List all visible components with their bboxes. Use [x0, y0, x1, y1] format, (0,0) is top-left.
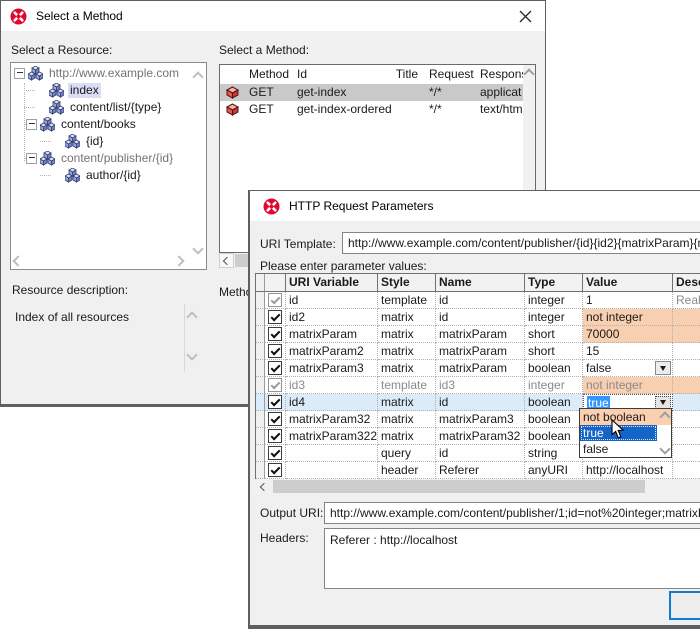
http-request-parameters-dialog: HTTP Request Parameters URI Template: ht…: [248, 190, 700, 629]
resource-tree: http://www.example.com index content/lis…: [10, 62, 207, 270]
close-icon[interactable]: [519, 10, 532, 23]
checkbox[interactable]: [265, 445, 286, 462]
tree-item-content-publisher[interactable]: content/publisher/{id}: [11, 150, 206, 167]
parameter-prompt: Please enter parameter values:: [260, 259, 427, 273]
dialog-title: Select a Method: [36, 9, 123, 23]
resource-icon: [65, 168, 80, 183]
chevron-down-icon: [660, 366, 666, 371]
col-uri-variable[interactable]: URI Variable: [286, 274, 378, 292]
root-resource-icon: [28, 66, 43, 81]
value-cell-invalid[interactable]: not integer: [583, 309, 673, 326]
description-scroll-up-icon[interactable]: [186, 311, 197, 322]
grid-header: URI Variable Style Name Type Value Descr…: [256, 274, 700, 292]
mouse-cursor: [611, 419, 625, 443]
select-method-titlebar[interactable]: Select a Method: [1, 1, 545, 31]
param-row-header-referer: header Referer anyURI http://localhost: [256, 462, 700, 479]
grid-hscrollbar[interactable]: [255, 479, 700, 494]
method-icon: [226, 103, 239, 121]
headers-field[interactable]: Referer : http://localhost: [324, 528, 700, 589]
resource-icon: [65, 134, 80, 149]
scroll-left-button[interactable]: [219, 253, 234, 268]
collapse-icon[interactable]: [14, 68, 25, 79]
col-title[interactable]: Title: [390, 65, 418, 84]
checkbox[interactable]: [265, 326, 286, 343]
headers-label: Headers:: [260, 531, 309, 545]
param-row-matrixParam: matrixParam matrix matrixParam short 700…: [256, 326, 700, 343]
uri-template-field[interactable]: http://www.example.com/content/publisher…: [342, 232, 700, 254]
output-uri-field[interactable]: http://www.example.com/content/publisher…: [324, 502, 700, 524]
tree-item-index[interactable]: index: [11, 82, 206, 99]
col-response[interactable]: Response: [480, 65, 523, 84]
checkbox[interactable]: [265, 309, 286, 326]
value-cell[interactable]: 1: [583, 292, 673, 309]
col-style[interactable]: Style: [378, 274, 436, 292]
checkbox[interactable]: [265, 377, 286, 394]
value-cell[interactable]: http://localhost: [583, 462, 673, 479]
dropdown-option-false[interactable]: false: [580, 441, 657, 457]
value-cell-invalid[interactable]: 70000: [583, 326, 673, 343]
selected-tree-label: index: [68, 83, 101, 98]
ok-button[interactable]: [669, 591, 700, 620]
value-cell[interactable]: 15: [583, 343, 673, 360]
dropdown-scrollbar[interactable]: [658, 410, 671, 456]
tree-item-author-id[interactable]: author/{id}: [11, 167, 206, 184]
col-name[interactable]: Name: [436, 274, 525, 292]
scroll-up-icon: [659, 411, 670, 422]
tree-item-content-list[interactable]: content/list/{type}: [11, 99, 206, 116]
method-table-header: Method Id Title Request Response: [220, 65, 535, 84]
col-id[interactable]: Id: [297, 65, 307, 84]
tree-item-books-id[interactable]: {id}: [11, 133, 206, 150]
tree-scroll-down-icon[interactable]: [192, 243, 203, 254]
value-combobox[interactable]: false: [583, 360, 673, 377]
method-row-selected[interactable]: GET get-index */* applicati: [220, 84, 535, 101]
param-row-id3: id3 template id3 integer not integer: [256, 377, 700, 394]
dropdown-button[interactable]: [655, 361, 671, 375]
app-logo-icon: [10, 8, 27, 25]
value-dropdown-list: not boolean true false: [579, 408, 672, 458]
checkbox[interactable]: [265, 428, 286, 445]
col-method[interactable]: Method: [249, 65, 289, 84]
param-row-matrixParam3: matrixParam3 matrix matrixParam boolean …: [256, 360, 700, 377]
collapse-icon[interactable]: [26, 119, 37, 130]
checkbox[interactable]: [265, 343, 286, 360]
resource-icon: [49, 100, 64, 115]
resource-icon: [40, 117, 55, 132]
tree-item-root[interactable]: http://www.example.com: [11, 65, 206, 82]
method-row[interactable]: GET get-index-ordered */* text/html: [220, 101, 535, 118]
col-request[interactable]: Request: [429, 65, 474, 84]
col-value[interactable]: Value: [583, 274, 673, 292]
app-logo-icon: [263, 198, 280, 215]
scroll-left-icon[interactable]: [260, 483, 268, 491]
select-resource-label: Select a Resource:: [11, 43, 112, 57]
scroll-down-icon: [659, 443, 670, 454]
resource-icon: [40, 151, 55, 166]
checkbox[interactable]: [265, 411, 286, 428]
uri-template-label: URI Template:: [260, 237, 336, 251]
output-uri-label: Output URI:: [260, 506, 323, 520]
resource-icon: [49, 83, 64, 98]
chevron-down-icon: [660, 400, 666, 405]
checkbox[interactable]: [265, 360, 286, 377]
checkbox[interactable]: [265, 462, 286, 479]
description-scroll-down-icon[interactable]: [186, 349, 197, 360]
param-row-id: id template id integer 1 Really: [256, 292, 700, 309]
collapse-icon[interactable]: [26, 153, 37, 164]
resource-description-text: Index of all resources: [15, 310, 129, 324]
scrollbar-thumb[interactable]: [273, 480, 645, 493]
param-row-matrixParam2: matrixParam2 matrix matrixParam short 15: [256, 343, 700, 360]
screenshot-root: { "colors": { "dialog_bg": "#f0f0f0", "t…: [0, 0, 700, 630]
param-row-id2: id2 matrix id integer not integer: [256, 309, 700, 326]
col-description[interactable]: Description: [673, 274, 700, 292]
description-divider: [184, 304, 185, 372]
checkbox[interactable]: [265, 292, 286, 309]
checkbox[interactable]: [265, 394, 286, 411]
http-params-titlebar[interactable]: HTTP Request Parameters: [250, 191, 700, 221]
resource-description-label: Resource description:: [12, 283, 128, 297]
tree-item-content-books[interactable]: content/books: [11, 116, 206, 133]
value-cell-invalid[interactable]: not integer: [583, 377, 673, 394]
col-type[interactable]: Type: [525, 274, 583, 292]
select-method-label: Select a Method:: [219, 43, 309, 57]
dialog-title: HTTP Request Parameters: [289, 199, 434, 213]
